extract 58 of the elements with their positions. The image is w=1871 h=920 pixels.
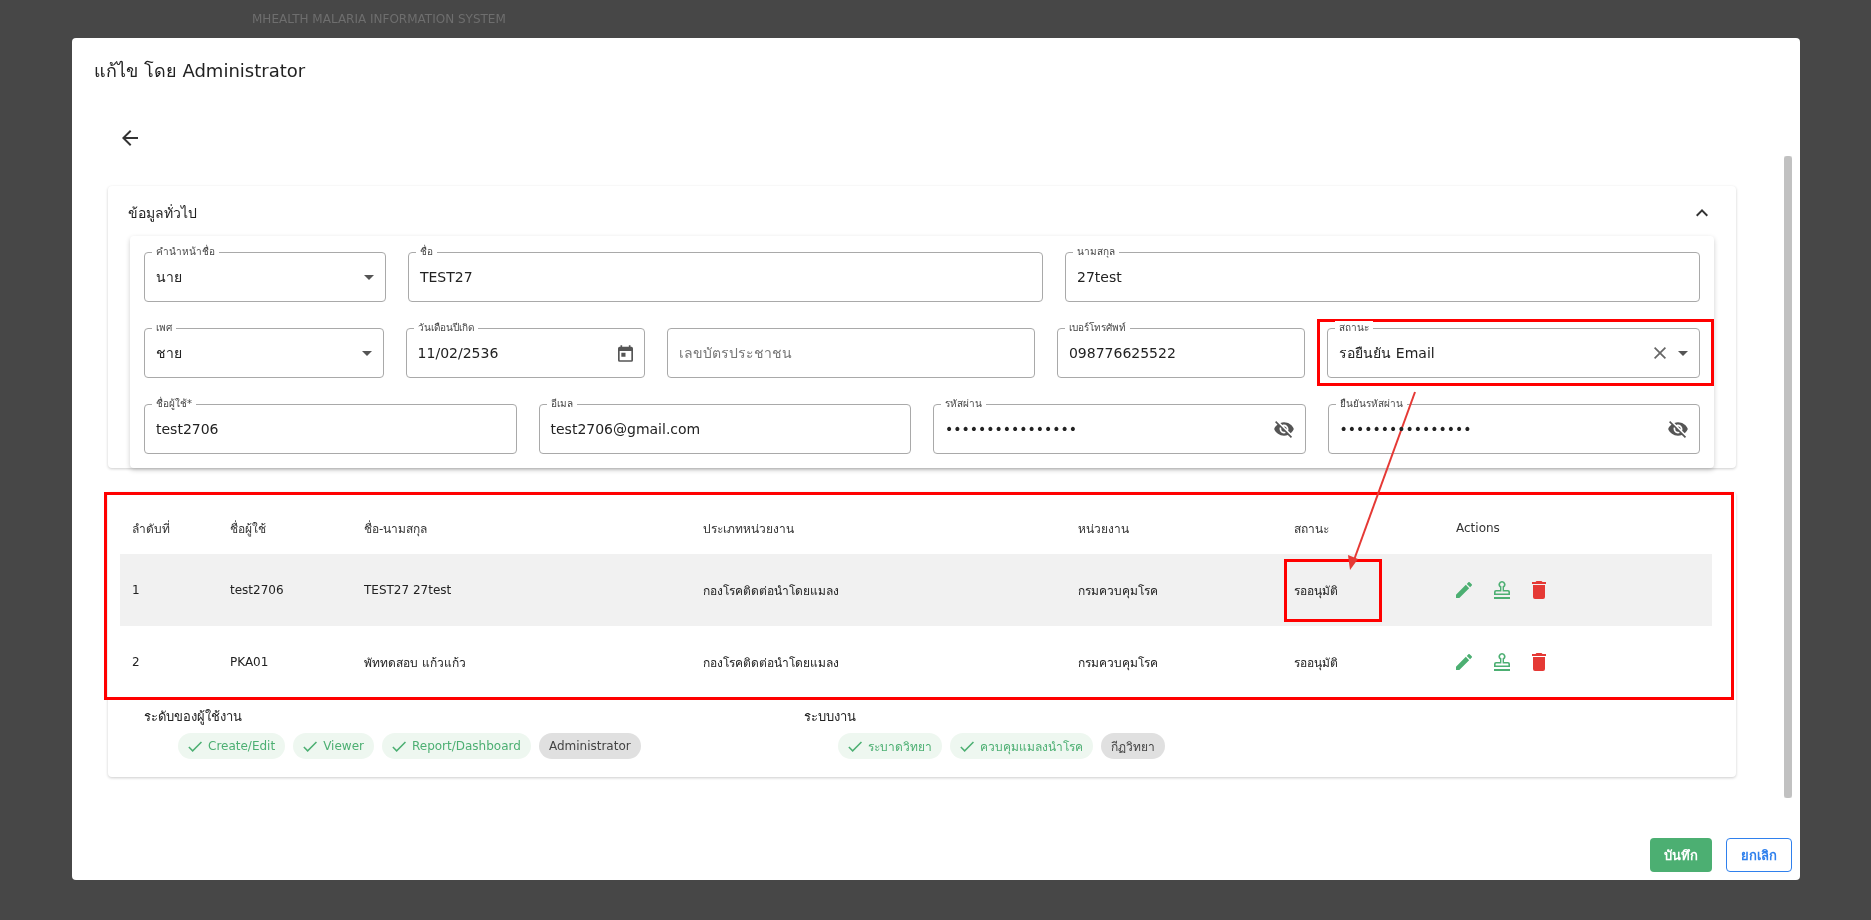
calendar-icon[interactable] [618, 344, 634, 362]
check-icon [188, 740, 202, 752]
column-header: ชื่อ-นามสกุล [363, 519, 429, 538]
table-cell: พัททดสอบ แก้วแก้ว [364, 655, 466, 670]
input-field[interactable]: ชื่อ TEST27 [407, 244, 1043, 302]
column-header: ประเภทหน่วยงาน [702, 520, 795, 538]
input-field[interactable]: อีเมล test2706@gmail.com [538, 396, 911, 454]
column-header: หน่วยงาน [1077, 520, 1130, 538]
column-header: สถานะ [1293, 520, 1330, 538]
check-icon [391, 740, 406, 752]
table-cell: รออนุมัติ [1294, 583, 1338, 598]
input-field[interactable]: ชื่อผู้ใช้* test2706 [144, 396, 517, 454]
input-field[interactable]: เบอร์โทรศัพท์ 098776625522 [1056, 320, 1306, 378]
table-row[interactable]: 2 PKA01 พัททดสอบ แก้วแก้ว กองโรคติดต่อนำโดยแมลง กรมควบคุมโรค รออนุมัติ [120, 626, 1712, 698]
input-field[interactable]: เลขบัตรประชาชน [667, 320, 1035, 378]
chevron-icon[interactable] [1696, 209, 1708, 217]
table-cell: กองโรคติดต่อนำโดยแมลง [703, 655, 839, 670]
clear-icon[interactable] [1654, 347, 1666, 359]
select-field[interactable]: สถานะ รอยืนยัน Email [1327, 320, 1700, 378]
trash-icon[interactable] [1532, 581, 1546, 599]
scrollbar[interactable] [1784, 156, 1792, 798]
group-label: ระดับของผู้ใช้งาน [144, 708, 243, 727]
input-field[interactable]: นามสกุล 27test [1064, 244, 1700, 302]
filter-chip[interactable]: Administrator [538, 733, 641, 759]
dropdown-caret-icon[interactable] [1678, 350, 1688, 356]
group-label: ระบบงาน [804, 708, 857, 726]
check-icon [960, 740, 974, 752]
dialog-title: แก้ไข โดย Administrator [93, 59, 307, 83]
date-field[interactable]: วันเดือนปีเกิด 11/02/2536 [405, 320, 646, 378]
trash-icon[interactable] [1532, 653, 1546, 671]
table-cell: TEST27 27test [364, 583, 452, 597]
table-row[interactable]: 1 test2706 TEST27 27test กองโรคติดต่อนำโดยแมลง กรมควบคุมโรค รออนุมัติ [120, 554, 1712, 626]
table-cell: 1 [132, 583, 140, 597]
edit-pencil-icon[interactable] [1456, 654, 1472, 670]
column-header: ชื่อผู้ใช้ [229, 519, 267, 538]
dropdown-caret-icon[interactable] [361, 350, 372, 356]
table-cell: PKA01 [230, 655, 269, 669]
eye-off-icon[interactable] [1668, 420, 1688, 438]
select-field[interactable]: เพศ ชาย [144, 320, 384, 378]
eye-off-icon[interactable] [1273, 420, 1294, 438]
table-cell: test2706 [230, 583, 284, 597]
table-cell: กรมควบคุมโรค [1078, 583, 1158, 598]
table-cell: กรมควบคุมโรค [1078, 655, 1158, 670]
dropdown-caret-icon[interactable] [363, 274, 374, 280]
password-field[interactable]: รหัสผ่าน •••••••••••••••• [933, 396, 1306, 454]
back-arrow-icon[interactable] [122, 130, 138, 146]
select-field[interactable]: คำนำหน้าชื่อ นาย [144, 244, 386, 302]
stamp-icon[interactable] [1494, 653, 1510, 671]
check-icon [848, 740, 862, 752]
table-cell: กองโรคติดต่อนำโดยแมลง [703, 583, 839, 598]
check-icon [303, 740, 318, 752]
section-title: ข้อมูลทั่วไป [128, 203, 197, 224]
column-header: Actions [1455, 521, 1501, 535]
filter-chip[interactable]: กีฏวิทยา [1101, 733, 1165, 759]
cancel-button[interactable]: ยกเลิก [1726, 838, 1792, 872]
column-header: ลำดับที่ [131, 519, 171, 538]
table-cell: 2 [132, 655, 140, 669]
table-cell: รออนุมัติ [1294, 655, 1338, 670]
